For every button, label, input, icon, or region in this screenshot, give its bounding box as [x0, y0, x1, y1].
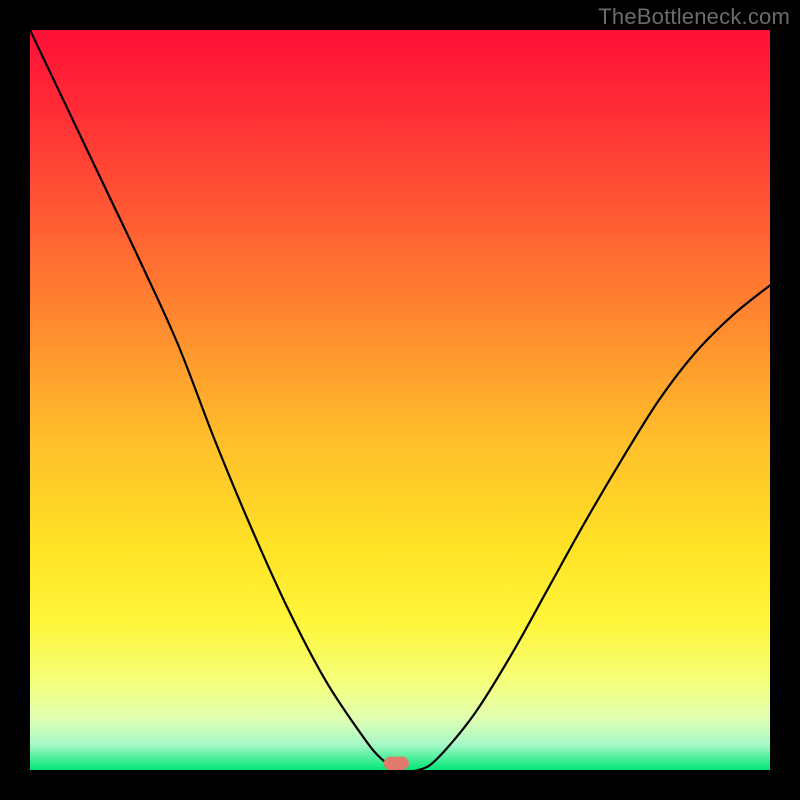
- bottleneck-chart: [0, 0, 800, 800]
- chart-frame: TheBottleneck.com: [0, 0, 800, 800]
- optimum-marker: [384, 757, 409, 770]
- attribution-text: TheBottleneck.com: [598, 4, 790, 30]
